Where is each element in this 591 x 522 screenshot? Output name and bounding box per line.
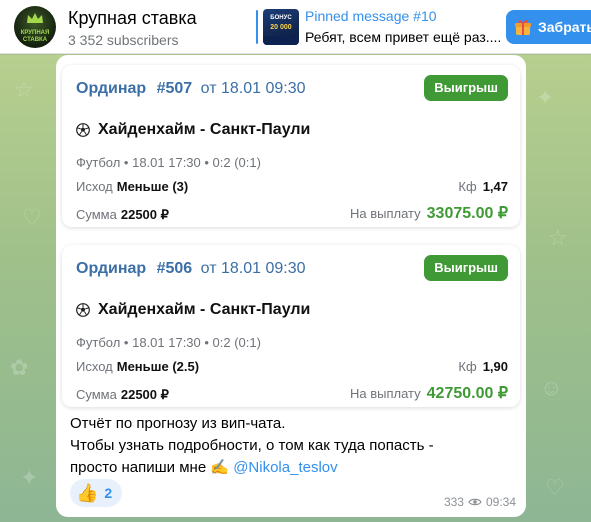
payout-label: На выплату [349, 386, 421, 401]
match-name: Хайденхайм - Санкт-Паули [98, 121, 311, 138]
message-meta: 333 09:34 [444, 495, 516, 509]
message-line: просто напиши мне ✍️ @Nikola_teslov [70, 457, 510, 479]
channel-title: Крупная ставка [68, 8, 197, 28]
bet-type: Ординар [76, 260, 147, 277]
win-badge: Выигрыш [424, 75, 508, 101]
channel-info[interactable]: Крупная ставка 3 352 subscribers [68, 8, 197, 48]
bet-date: от 18.01 09:30 [200, 260, 306, 277]
message-time: 09:34 [485, 495, 516, 509]
pinned-thumb-line2: 20 000 [270, 24, 292, 31]
message-line: Чтобы узнать подробности, о том как туда… [70, 437, 434, 454]
stake-row: Сумма 22500 ₽ [76, 387, 169, 403]
message-line-prefix: просто напиши мне ✍️ [70, 459, 234, 476]
stake-label: Сумма [76, 207, 117, 222]
crown-icon [27, 13, 43, 23]
eye-icon [468, 498, 482, 506]
match-meta: Футбол • 18.01 17:30 • 0:2 (0:1) [76, 155, 261, 170]
pinned-thumb-line1: БОНУС [270, 15, 292, 21]
background-doodle: ✦ [20, 465, 39, 490]
reaction-button[interactable]: 👍 2 [70, 479, 123, 507]
coefficient: Кф 1,90 [458, 359, 508, 374]
bet-card-header: Ординар #506 от 18.01 09:30 [76, 259, 306, 279]
pinned-label: Pinned message #10 [305, 8, 437, 24]
message-line: Отчёт по прогнозу из вип-чата. [70, 415, 286, 432]
message-text: Отчёт по прогнозу из вип-чата. Чтобы узн… [70, 413, 510, 479]
background-doodle: ☆ [14, 77, 34, 102]
payout-label: На выплату [349, 206, 421, 221]
pinned-preview: Ребят, всем привет ещё раз.... [305, 29, 500, 45]
coefficient-value: 1,47 [482, 179, 508, 194]
channel-avatar[interactable]: КРУПНАЯ СТАВКА [14, 6, 56, 48]
background-doodle: ♡ [545, 475, 565, 500]
user-mention-link[interactable]: @Nikola_teslov [233, 459, 337, 476]
outcome-label: Исход [76, 359, 113, 374]
pinned-message[interactable]: Pinned message #10 Ребят, всем привет ещ… [305, 8, 500, 46]
match-name: Хайденхайм - Санкт-Паули [98, 301, 311, 318]
coefficient-label: Кф [458, 359, 477, 374]
bet-number: #506 [156, 260, 193, 277]
background-doodle: ☆ [548, 225, 568, 250]
stake-label: Сумма [76, 387, 117, 402]
channel-header: КРУПНАЯ СТАВКА Крупная ставка 3 352 subs… [0, 0, 591, 54]
background-doodle: ☺ [540, 375, 563, 400]
outcome-label: Исход [76, 179, 113, 194]
message-bubble[interactable]: Ординар #507 от 18.01 09:30 Выигрыш Хайд… [56, 55, 526, 517]
background-doodle: ✿ [10, 355, 29, 380]
stake-value: 22500 ₽ [120, 387, 169, 402]
thumbs-up-icon: 👍 [76, 482, 99, 503]
coefficient-label: Кф [458, 179, 477, 194]
pinned-thumbnail[interactable]: БОНУС 20 000 [263, 9, 299, 45]
outcome-value: Меньше (2.5) [116, 359, 200, 374]
stake-row: Сумма 22500 ₽ [76, 207, 169, 223]
gift-icon [515, 19, 531, 35]
payout-value: 42750.00 ₽ [426, 385, 508, 402]
match-title: Хайденхайм - Санкт-Паули [76, 301, 310, 319]
reaction-count: 2 [104, 485, 113, 501]
match-meta: Футбол • 18.01 17:30 • 0:2 (0:1) [76, 335, 261, 350]
payout: На выплату 42750.00 ₽ [350, 383, 508, 403]
chat-area[interactable]: ☆ ✦ ♡ ☆ ✿ ☺ ✦ ♡ Ординар #507 от 18.01 09… [0, 55, 591, 522]
soccer-ball-icon [76, 123, 90, 137]
pinned-divider [256, 10, 258, 44]
outcome-row: Исход Меньше (2.5) [76, 359, 199, 374]
gift-button[interactable]: Забрать [506, 10, 591, 44]
stake-value: 22500 ₽ [120, 207, 169, 222]
avatar-logo-text: КРУПНАЯ СТАВКА [20, 30, 50, 43]
win-badge: Выигрыш [424, 255, 508, 281]
outcome-value: Меньше (3) [116, 179, 189, 194]
pinned-thumb-bar [263, 36, 299, 45]
match-title: Хайденхайм - Санкт-Паули [76, 121, 310, 139]
bet-card-header: Ординар #507 от 18.01 09:30 [76, 79, 306, 99]
bet-card[interactable]: Ординар #506 от 18.01 09:30 Выигрыш Хайд… [62, 245, 520, 407]
gift-button-label: Забрать [538, 19, 591, 35]
coefficient-value: 1,90 [482, 359, 508, 374]
coefficient: Кф 1,47 [458, 179, 508, 194]
payout: На выплату 33075.00 ₽ [350, 203, 508, 223]
view-count: 333 [443, 495, 464, 509]
bet-number: #507 [156, 80, 193, 97]
bet-date: от 18.01 09:30 [200, 80, 306, 97]
background-doodle: ✦ [536, 85, 555, 110]
soccer-ball-icon [76, 303, 90, 317]
bet-type: Ординар [76, 80, 147, 97]
background-doodle: ♡ [22, 205, 42, 230]
bet-card[interactable]: Ординар #507 от 18.01 09:30 Выигрыш Хайд… [62, 65, 520, 227]
subscriber-count: 3 352 subscribers [68, 32, 179, 48]
outcome-row: Исход Меньше (3) [76, 179, 188, 194]
payout-value: 33075.00 ₽ [426, 205, 508, 222]
